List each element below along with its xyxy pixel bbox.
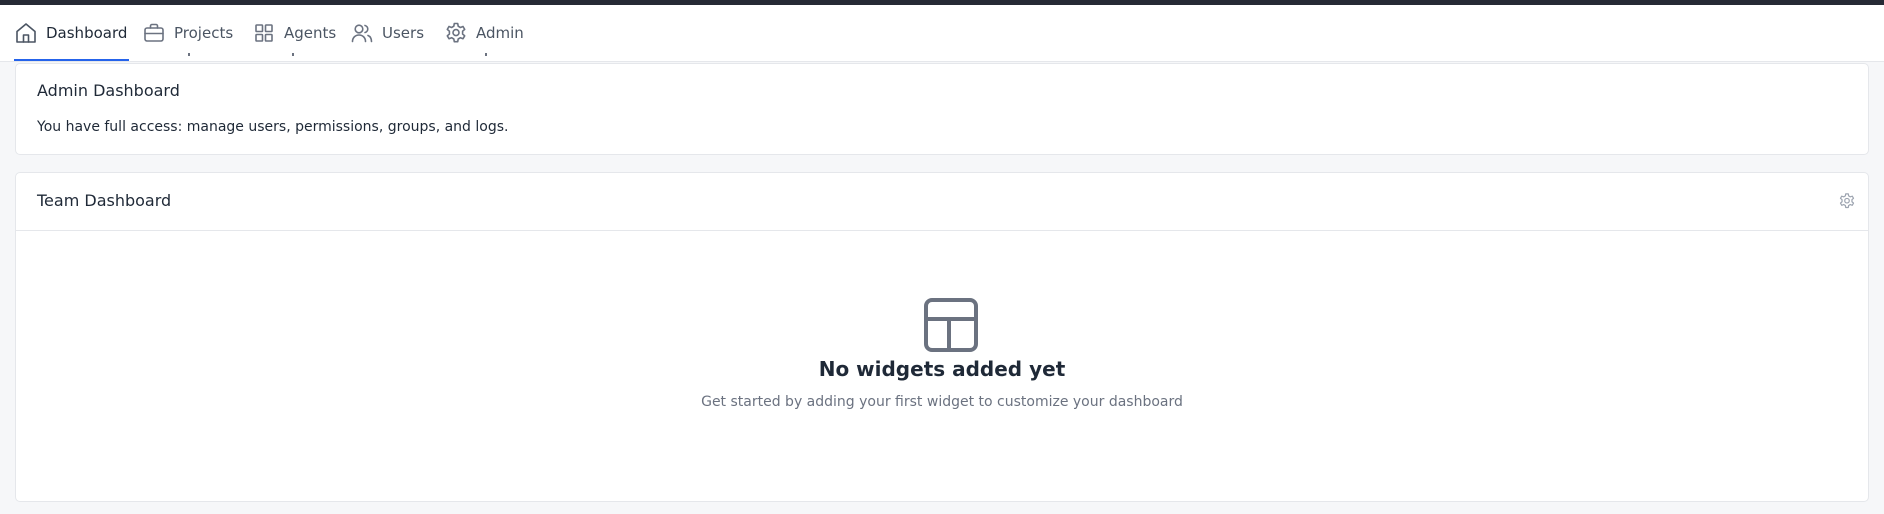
- settings-gear-icon[interactable]: [1838, 192, 1856, 210]
- nav-item-label: Admin: [476, 24, 524, 42]
- admin-card-title: Admin Dashboard: [37, 81, 180, 100]
- empty-state-subtitle: Get started by adding your first widget …: [701, 394, 1183, 410]
- nav-item-label: Projects: [174, 24, 234, 42]
- home-icon: [14, 21, 38, 45]
- active-tab-indicator: [14, 59, 129, 61]
- empty-state-title: No widgets added yet: [818, 357, 1066, 381]
- users-icon: [350, 21, 374, 45]
- nav-item-dashboard[interactable]: Dashboard: [14, 5, 127, 61]
- gear-icon: [444, 21, 468, 45]
- nav-item-admin[interactable]: Admin: [444, 5, 524, 61]
- nav-marker: [292, 53, 294, 56]
- admin-card-description: You have full access: manage users, perm…: [37, 119, 509, 135]
- admin-dashboard-card: Admin Dashboard You have full access: ma…: [15, 63, 1869, 155]
- nav-marker: [188, 53, 190, 56]
- team-dashboard-card: Team Dashboard No widgets added yet Get …: [15, 172, 1869, 502]
- team-card-title: Team Dashboard: [37, 191, 172, 210]
- main-navigation: Dashboard Projects Agents Users Admin: [0, 5, 1884, 62]
- team-card-header: Team Dashboard: [16, 173, 1868, 231]
- grid-icon: [252, 21, 276, 45]
- nav-item-label: Dashboard: [46, 24, 128, 42]
- layout-grid-icon: [924, 298, 978, 352]
- nav-item-label: Agents: [284, 24, 337, 42]
- nav-item-agents[interactable]: Agents: [252, 5, 336, 61]
- nav-item-users[interactable]: Users: [350, 5, 424, 61]
- nav-marker: [485, 53, 487, 56]
- briefcase-icon: [142, 21, 166, 45]
- nav-item-label: Users: [382, 24, 425, 42]
